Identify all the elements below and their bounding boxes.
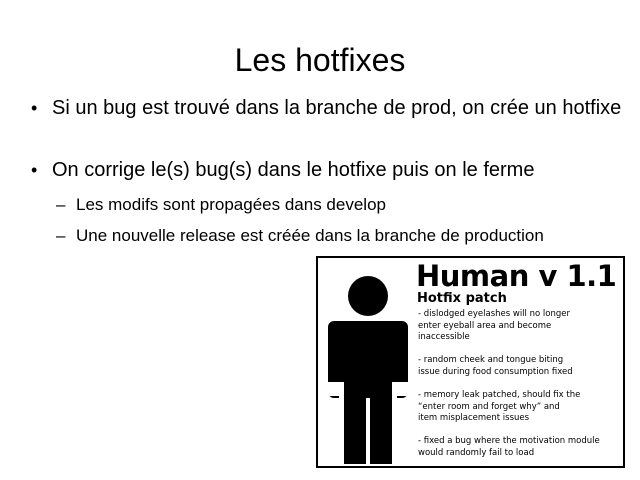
bullet-item: • Si un bug est trouvé dans la branche d… <box>31 96 622 120</box>
patch-note: - fixed a bug where the motivation modul… <box>418 436 600 458</box>
bullet-text: Si un bug est trouvé dans la branche de … <box>52 97 622 119</box>
person-silhouette-icon <box>328 276 408 464</box>
poster-subtitle: Hotfix patch <box>417 291 507 306</box>
human-patch-poster: Human v 1.1 Hotfix patch - dislodged eye… <box>316 256 625 468</box>
slide-title: Les hotfixes <box>234 42 406 78</box>
patch-note: - dislodged eyelashes will no longer ent… <box>418 309 570 342</box>
patch-note: - random cheek and tongue biting issue d… <box>418 355 573 377</box>
bullet-text: On corrige le(s) bug(s) dans le hotfixe … <box>52 159 535 181</box>
bullet-marker: • <box>31 160 38 180</box>
sub-bullet-text: Les modifs sont propagées dans develop <box>76 195 386 214</box>
patch-note: - memory leak patched, should fix the “e… <box>418 390 581 423</box>
sub-bullet-marker: – <box>56 195 66 214</box>
sub-bullet-text: Une nouvelle release est créée dans la b… <box>76 226 544 245</box>
bullet-marker: • <box>31 98 38 118</box>
sub-bullet-item: – Les modifs sont propagées dans develop <box>56 194 576 215</box>
poster-title: Human v 1.1 <box>416 259 617 293</box>
bullet-item: • On corrige le(s) bug(s) dans le hotfix… <box>31 158 622 182</box>
sub-bullet-item: – Une nouvelle release est créée dans la… <box>56 225 546 246</box>
sub-bullet-marker: – <box>56 226 66 245</box>
